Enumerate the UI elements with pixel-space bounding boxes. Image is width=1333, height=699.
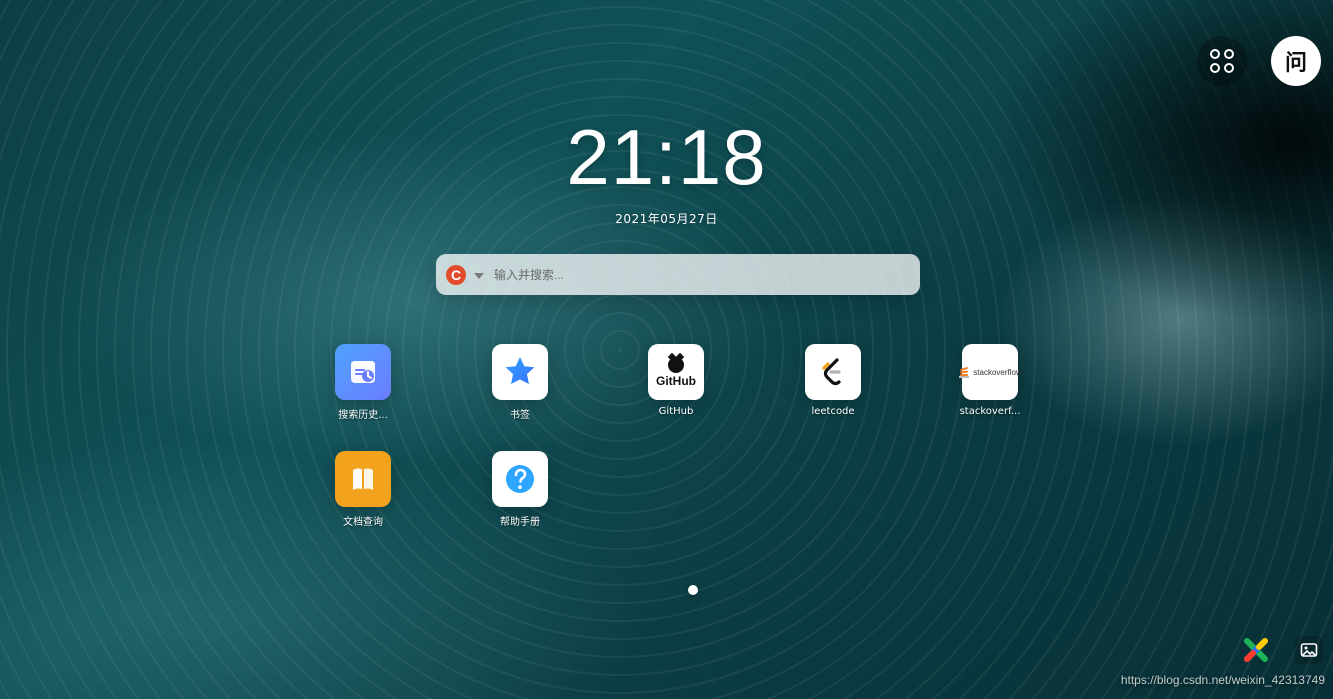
search-input[interactable]: [492, 266, 910, 283]
shortcut-bookmarks[interactable]: 书签: [465, 344, 575, 421]
stackoverflow-icon: stackoverflow: [958, 366, 1022, 378]
help-icon: [506, 465, 534, 493]
shortcut-label: 搜索历史...: [338, 410, 388, 421]
clock-date: 2021年05月27日: [615, 212, 718, 226]
stackoverflow-mark: [958, 366, 970, 378]
github-mark: [668, 356, 684, 373]
shortcut-docs[interactable]: 文档查询: [308, 451, 418, 528]
star-icon: [505, 357, 535, 384]
shortcut-leetcode[interactable]: leetcode: [778, 344, 888, 417]
shortcut-label: 文档查询: [343, 517, 383, 528]
shortcut-tile[interactable]: stackoverflow: [959, 344, 1022, 400]
wallpaper-icon: [1300, 643, 1318, 657]
shortcut-github[interactable]: GitHub GitHub: [621, 344, 731, 417]
book-icon: [353, 468, 373, 490]
shortcut-tile[interactable]: [492, 451, 548, 507]
shortcut-label: GitHub: [658, 406, 694, 417]
grid-dot: [1224, 49, 1234, 59]
chevron-down-icon: [474, 272, 484, 279]
apps-button[interactable]: [1197, 36, 1247, 86]
top-right-controls: 问: [1197, 36, 1321, 86]
shortcut-history[interactable]: 搜索历史...: [308, 344, 418, 421]
shortcut-tile[interactable]: [492, 344, 548, 400]
grid-dot: [1210, 49, 1220, 59]
shortcut-label: 帮助手册: [500, 517, 540, 528]
watermark-text: https://blog.csdn.net/weixin_42313749: [1120, 673, 1325, 687]
leetcode-icon: [822, 358, 841, 386]
search-engine-selector[interactable]: C: [446, 264, 484, 285]
github-icon: GitHub: [656, 356, 696, 388]
bottom-right-controls: [1239, 633, 1323, 667]
avatar-text: 问: [1284, 50, 1307, 76]
c-icon: C: [446, 264, 466, 285]
shortcut-label: leetcode: [811, 406, 855, 417]
grid-dot: [1210, 63, 1220, 73]
shortcut-tile[interactable]: [805, 344, 861, 400]
clock-time: 21:18: [566, 113, 767, 201]
grid-dot: [1224, 63, 1234, 73]
stackoverflow-wordmark: stackoverflow: [973, 367, 1022, 377]
github-wordmark: GitHub: [656, 373, 696, 388]
shortcut-label: 书签: [510, 410, 530, 421]
search-bar: C: [436, 254, 920, 295]
shortcut-tile[interactable]: GitHub: [648, 344, 704, 400]
shortcut-tile[interactable]: [335, 451, 391, 507]
grid-icon: [1210, 49, 1234, 73]
avatar-button[interactable]: 问: [1271, 36, 1321, 86]
shortcut-stackoverflow[interactable]: stackoverflow stackoverf...: [935, 344, 1045, 417]
shortcut-label: stackoverf...: [959, 406, 1021, 417]
shortcut-tile[interactable]: [335, 344, 391, 400]
brand-x-icon: [1244, 638, 1268, 662]
history-icon: [351, 361, 375, 383]
wallpaper-button[interactable]: [1295, 636, 1323, 664]
page-indicator-dot[interactable]: [688, 585, 698, 595]
shortcut-help[interactable]: 帮助手册: [465, 451, 575, 528]
brand-x-button[interactable]: [1239, 633, 1273, 667]
